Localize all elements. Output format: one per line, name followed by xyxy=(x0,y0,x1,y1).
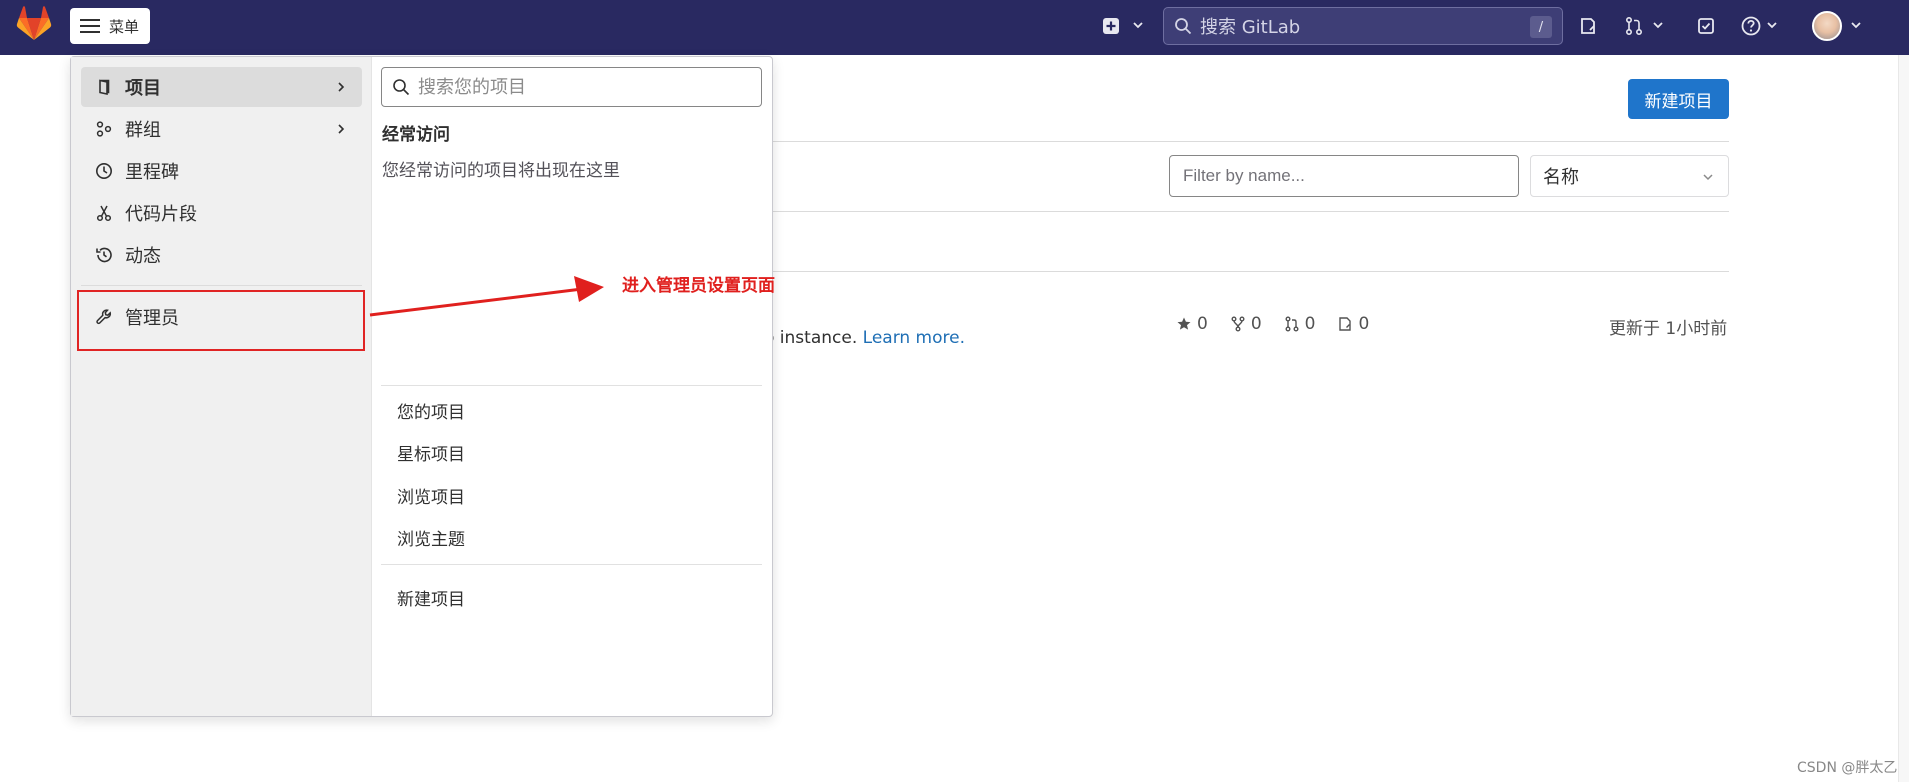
chevron-right-icon xyxy=(338,82,345,92)
menu-button[interactable]: 菜单 xyxy=(70,8,150,44)
menu-sidebar: 项目 群组 里程碑 代码片段 动态 管理员 xyxy=(71,57,372,716)
top-navbar: 菜单 搜索 GitLab / xyxy=(0,0,1909,55)
main-menu-dropdown: 项目 群组 里程碑 代码片段 动态 管理员 经常访问 xyxy=(70,56,773,717)
activity-icon xyxy=(96,247,112,263)
sort-select-value: 名称 xyxy=(1543,167,1579,188)
help-icon[interactable] xyxy=(1738,13,1764,39)
sort-select[interactable]: 名称 xyxy=(1530,155,1729,197)
fork-count-value: 0 xyxy=(1250,314,1262,334)
menu-divider xyxy=(381,564,762,565)
your-projects-link[interactable]: 您的项目 xyxy=(397,398,465,423)
annotation-highlight-box xyxy=(77,290,365,351)
project-search-field[interactable] xyxy=(381,67,762,107)
menu-item-label: 代码片段 xyxy=(125,204,197,225)
explore-projects-link[interactable]: 浏览项目 xyxy=(397,483,465,508)
issue-count-value: 0 xyxy=(1358,314,1370,334)
global-search-placeholder: 搜索 GitLab xyxy=(1200,17,1301,38)
chevron-down-icon[interactable] xyxy=(1652,19,1664,31)
merge-request-count-value: 0 xyxy=(1304,314,1316,334)
menu-projects-panel: 经常访问 您经常访问的项目将出现在这里 您的项目 星标项目 浏览项目 浏览主题 … xyxy=(372,57,772,716)
watermark: CSDN @胖太乙 xyxy=(1797,760,1898,776)
global-search-input[interactable]: 搜索 GitLab / xyxy=(1163,7,1563,45)
project-stats: 0 0 0 0 xyxy=(1176,314,1369,334)
info-text-prefix: o instance. xyxy=(764,328,863,348)
milestone-icon xyxy=(96,163,112,179)
search-shortcut-badge: / xyxy=(1530,16,1552,38)
chevron-down-icon[interactable] xyxy=(1766,19,1778,31)
starred-projects-link[interactable]: 星标项目 xyxy=(397,440,465,465)
project-icon xyxy=(99,79,110,95)
merge-request-count[interactable]: 0 xyxy=(1284,314,1316,334)
menu-item-projects[interactable]: 项目 xyxy=(81,67,362,107)
frequent-empty-text: 您经常访问的项目将出现在这里 xyxy=(382,161,620,181)
merge-request-icon[interactable] xyxy=(1621,13,1647,39)
hamburger-icon xyxy=(80,19,100,33)
star-count[interactable]: 0 xyxy=(1176,314,1208,334)
issues-icon xyxy=(1339,317,1352,331)
menu-item-milestones[interactable]: 里程碑 xyxy=(81,151,362,191)
chevron-right-icon xyxy=(338,124,345,134)
frequent-heading: 经常访问 xyxy=(382,125,450,145)
menu-item-label: 里程碑 xyxy=(125,162,179,183)
menu-item-label: 动态 xyxy=(125,246,161,267)
divider xyxy=(760,141,1729,142)
annotation-text: 进入管理员设置页面 xyxy=(622,276,775,296)
chevron-down-icon[interactable] xyxy=(1850,19,1862,31)
todo-icon[interactable] xyxy=(1693,13,1719,39)
updated-time: 更新于 1小时前 xyxy=(1609,319,1728,339)
explore-topics-link[interactable]: 浏览主题 xyxy=(397,525,465,550)
filter-by-name-input[interactable] xyxy=(1169,155,1519,197)
menu-divider xyxy=(381,385,762,386)
divider xyxy=(760,211,1729,212)
menu-divider xyxy=(81,285,362,286)
search-icon xyxy=(393,79,410,96)
issue-count[interactable]: 0 xyxy=(1337,314,1369,334)
menu-item-snippets[interactable]: 代码片段 xyxy=(81,193,362,233)
menu-item-activity[interactable]: 动态 xyxy=(81,235,362,275)
learn-more-link[interactable]: Learn more. xyxy=(863,328,965,348)
star-count-value: 0 xyxy=(1197,314,1208,334)
menu-button-label: 菜单 xyxy=(109,17,140,36)
divider xyxy=(760,271,1729,272)
new-item-plus-icon[interactable] xyxy=(1098,13,1124,39)
scrollbar[interactable] xyxy=(1898,55,1909,782)
project-search-input[interactable] xyxy=(418,76,748,98)
fork-count[interactable]: 0 xyxy=(1230,314,1262,334)
info-text: o instance. Learn more. xyxy=(764,328,965,348)
annotation-arrow-icon xyxy=(369,276,604,317)
user-avatar[interactable] xyxy=(1812,11,1842,41)
star-icon xyxy=(1177,317,1191,330)
search-icon xyxy=(1175,18,1192,35)
snippet-icon xyxy=(96,205,112,222)
menu-item-label: 项目 xyxy=(125,78,161,99)
issues-icon[interactable] xyxy=(1575,13,1601,39)
merge-request-icon xyxy=(1285,316,1299,332)
chevron-down-icon xyxy=(1703,174,1713,181)
chevron-down-icon[interactable] xyxy=(1132,19,1144,31)
menu-item-groups[interactable]: 群组 xyxy=(81,109,362,149)
new-project-button[interactable]: 新建项目 xyxy=(1628,79,1729,119)
fork-icon xyxy=(1231,316,1245,332)
create-project-link[interactable]: 新建项目 xyxy=(397,585,465,610)
group-icon xyxy=(96,121,112,137)
gitlab-logo-icon[interactable] xyxy=(15,6,53,44)
menu-item-label: 群组 xyxy=(125,120,161,141)
